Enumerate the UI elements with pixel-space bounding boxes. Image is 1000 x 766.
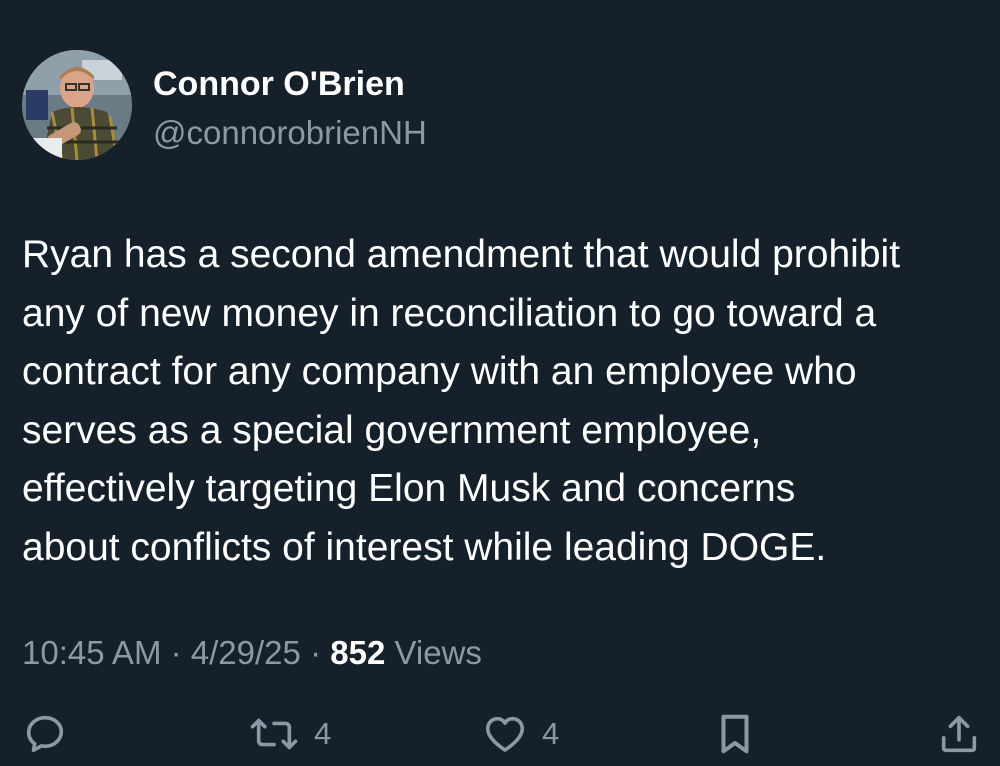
tweet-text-line: effectively targeting Elon Musk and conc…	[22, 467, 796, 510]
reply-icon	[26, 715, 64, 753]
retweet-count: 4	[314, 716, 332, 751]
like-count: 4	[542, 716, 560, 751]
meta-separator: ·	[170, 634, 182, 671]
action-bar: 4 4	[0, 706, 1000, 766]
avatar-photo	[22, 50, 132, 160]
retweet-icon	[250, 718, 298, 750]
share-icon	[941, 715, 977, 753]
like-button[interactable]: 4	[482, 706, 559, 762]
tweet-text-line: about conflicts of interest while leadin…	[22, 525, 827, 569]
reply-button[interactable]	[22, 706, 68, 762]
heart-icon	[485, 716, 525, 752]
tweet-meta: 10:45 AM · 4/29/25 · 852 Views	[22, 632, 482, 674]
tweet-text-line: Ryan has a second amendment that would p…	[22, 233, 901, 276]
meta-separator: ·	[310, 634, 322, 671]
bookmark-icon	[721, 714, 749, 754]
views-count[interactable]: 852	[330, 634, 385, 671]
tweet-text-line: contract for any company with an employe…	[22, 350, 857, 393]
views-label[interactable]: Views	[394, 634, 481, 671]
author-display-name[interactable]: Connor O'Brien	[153, 64, 405, 104]
tweet-detail: Connor O'Brien @connorobrienNH Ryan has …	[0, 0, 1000, 766]
bookmark-button[interactable]	[712, 706, 758, 762]
tweet-date[interactable]: 4/29/25	[191, 634, 301, 671]
tweet-time[interactable]: 10:45 AM	[22, 634, 161, 671]
tweet-text-line: serves as a special government employee,	[22, 408, 762, 452]
tweet-text-line: any of new money in reconciliation to go…	[22, 291, 877, 335]
tweet-text: Ryan has a second amendment that would p…	[22, 226, 992, 577]
author-handle[interactable]: @connorobrienNH	[153, 113, 427, 153]
retweet-button[interactable]: 4	[248, 706, 331, 762]
share-button[interactable]	[936, 706, 982, 762]
avatar[interactable]	[22, 50, 132, 160]
